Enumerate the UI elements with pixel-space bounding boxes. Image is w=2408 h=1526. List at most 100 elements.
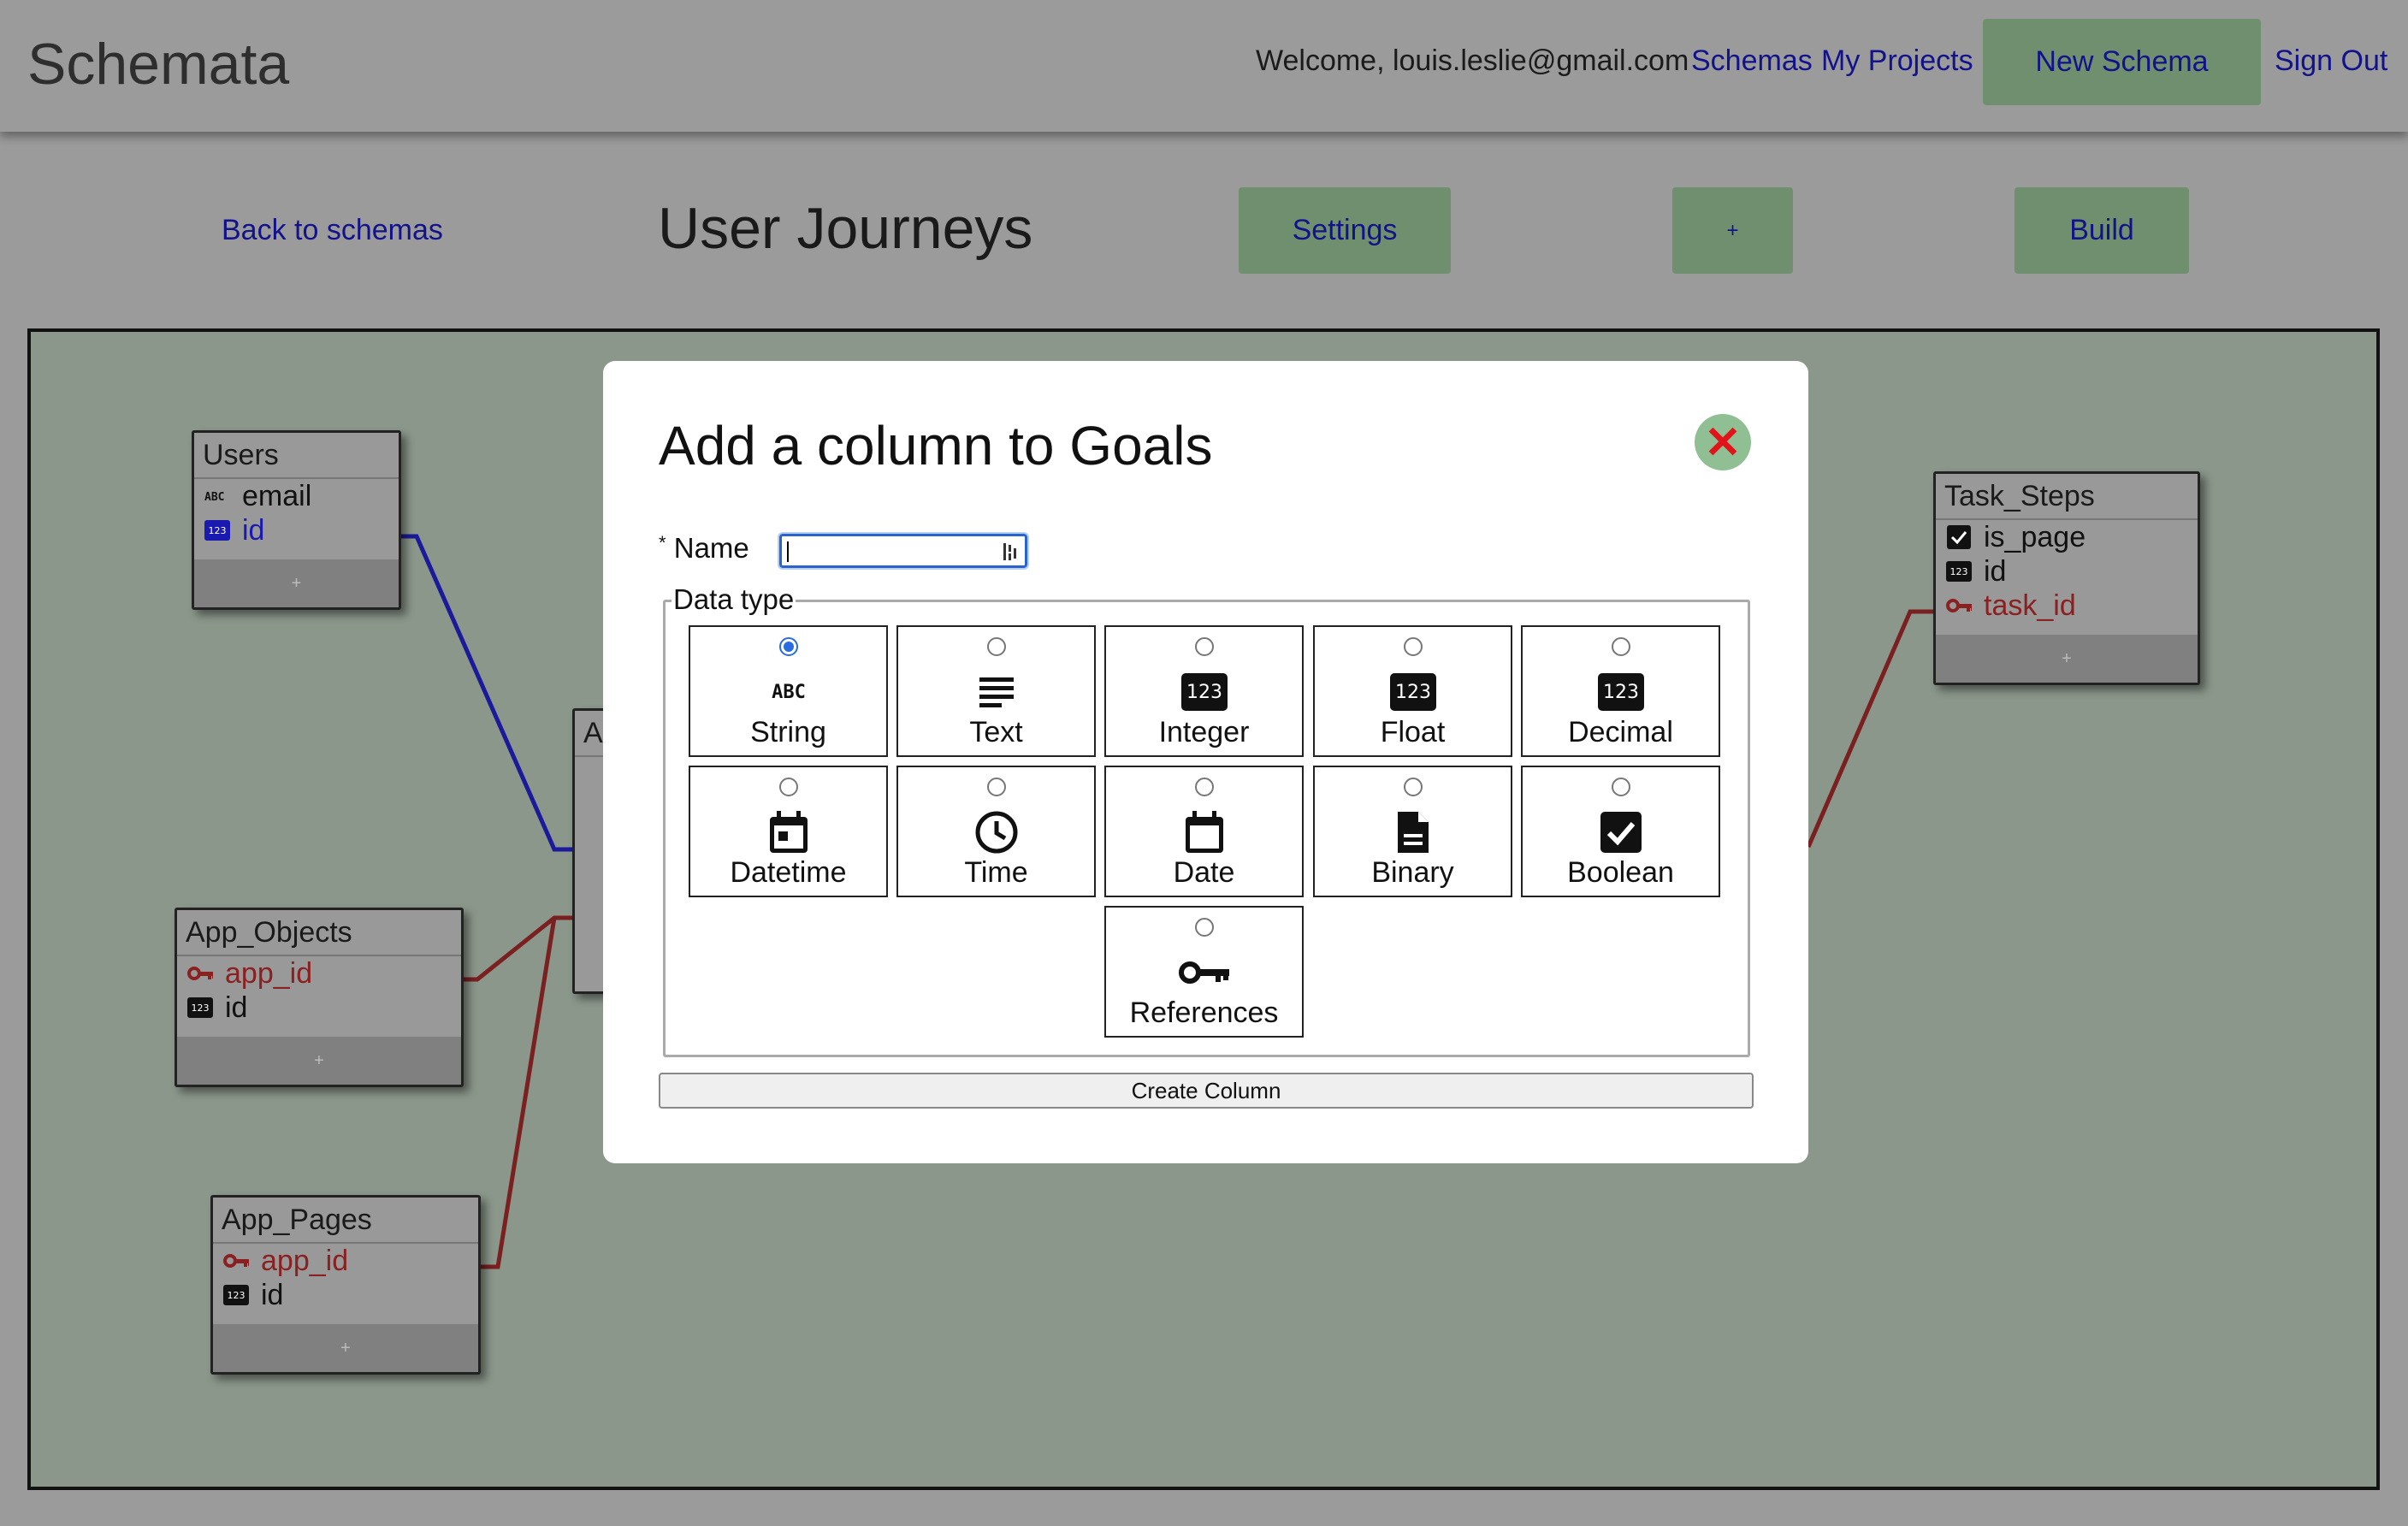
radio-datetime[interactable] <box>779 778 798 796</box>
data-type-option-string[interactable]: ABC String <box>689 625 888 757</box>
table-row[interactable]: task_id <box>1936 589 2198 623</box>
key-icon <box>1946 595 1972 616</box>
option-label: Float <box>1380 716 1446 748</box>
column-label: is_page <box>1984 521 2086 553</box>
add-column-button[interactable]: + <box>194 559 399 607</box>
clock-icon <box>898 808 1094 856</box>
table-app-pages-title[interactable]: App_Pages <box>213 1198 478 1244</box>
abc-icon: ABC <box>204 486 230 506</box>
data-type-option-boolean[interactable]: Boolean <box>1521 766 1720 897</box>
number-icon-text: 123 <box>209 525 227 536</box>
table-row[interactable]: is_page <box>1936 520 2198 554</box>
password-manager-icon[interactable] <box>1003 541 1018 562</box>
column-label: id <box>242 514 265 547</box>
number-icon: 123 <box>1106 668 1302 716</box>
name-field-label: * Name <box>659 532 749 565</box>
number-icon: 123 <box>187 997 213 1018</box>
users-relationship-line <box>401 534 576 852</box>
text-caret <box>787 541 789 562</box>
abc-icon: ABC <box>690 668 886 716</box>
column-label: app_id <box>225 957 313 990</box>
checkbox-icon <box>1946 525 1972 549</box>
radio-time[interactable] <box>987 778 1006 796</box>
radio-decimal[interactable] <box>1612 637 1630 656</box>
text-lines-icon <box>898 668 1094 716</box>
radio-string[interactable] <box>779 637 798 656</box>
radio-float[interactable] <box>1404 637 1423 656</box>
data-type-option-text[interactable]: Text <box>896 625 1096 757</box>
option-label: Date <box>1173 856 1235 889</box>
data-type-option-binary[interactable]: Binary <box>1313 766 1512 897</box>
column-label: id <box>225 991 248 1024</box>
table-app-objects-title[interactable]: App_Objects <box>177 910 461 956</box>
calendar-icon <box>1106 808 1302 856</box>
modal-title: Add a column to Goals <box>659 415 1213 476</box>
table-row[interactable]: ABC email <box>194 479 399 513</box>
radio-references[interactable] <box>1195 918 1214 937</box>
number-icon-text: 123 <box>1186 682 1222 703</box>
data-type-option-references[interactable]: References <box>1104 906 1304 1038</box>
name-label-text: Name <box>673 532 749 564</box>
close-modal-button[interactable]: ✕ <box>1695 414 1751 470</box>
data-type-option-float[interactable]: 123 Float <box>1313 625 1512 757</box>
table-row[interactable]: 123 id <box>177 991 461 1025</box>
column-label: email <box>242 480 312 512</box>
option-label: Integer <box>1158 716 1250 748</box>
number-icon-text: 123 <box>1603 682 1639 703</box>
column-label: app_id <box>261 1245 349 1277</box>
data-type-option-datetime[interactable]: Datetime <box>689 766 888 897</box>
number-icon-text: 123 <box>192 1003 210 1014</box>
close-icon: ✕ <box>1704 418 1742 468</box>
key-icon <box>187 963 213 984</box>
table-row[interactable]: app_id <box>213 1244 478 1278</box>
key-icon <box>1106 949 1302 997</box>
table-task-steps[interactable]: Task_Steps is_page 123 id task_id + <box>1933 471 2200 685</box>
number-icon-text: 123 <box>228 1290 246 1301</box>
table-row[interactable]: 123 id <box>1936 554 2198 589</box>
add-column-button[interactable]: + <box>213 1324 478 1372</box>
table-row[interactable]: 123 id <box>213 1278 478 1312</box>
number-icon: 123 <box>1946 561 1972 582</box>
option-label: References <box>1129 997 1279 1029</box>
option-label: Boolean <box>1567 856 1674 889</box>
data-type-option-decimal[interactable]: 123 Decimal <box>1521 625 1720 757</box>
option-label: Time <box>964 856 1028 889</box>
name-input[interactable] <box>778 532 1029 570</box>
column-label: id <box>1984 555 2007 588</box>
table-row[interactable]: app_id <box>177 956 461 991</box>
create-column-button[interactable]: Create Column <box>659 1073 1754 1109</box>
data-type-option-integer[interactable]: 123 Integer <box>1104 625 1304 757</box>
column-label: task_id <box>1984 589 2076 622</box>
key-icon <box>223 1251 249 1271</box>
table-task-steps-title[interactable]: Task_Steps <box>1936 474 2198 520</box>
option-label: Binary <box>1371 856 1454 889</box>
radio-boolean[interactable] <box>1612 778 1630 796</box>
option-label: String <box>750 716 826 748</box>
column-label: id <box>261 1279 284 1311</box>
option-label: Datetime <box>730 856 847 889</box>
table-users-title[interactable]: Users <box>194 433 399 479</box>
abc-icon-text: ABC <box>772 682 806 703</box>
abc-icon-text: ABC <box>204 491 224 503</box>
file-icon <box>1315 808 1511 856</box>
number-icon: 123 <box>223 1285 249 1305</box>
radio-integer[interactable] <box>1195 637 1214 656</box>
data-type-option-time[interactable]: Time <box>896 766 1096 897</box>
table-users[interactable]: Users ABC email 123 id + <box>192 430 401 610</box>
table-app-pages[interactable]: App_Pages app_id 123 id + <box>210 1195 481 1375</box>
table-app-objects[interactable]: App_Objects app_id 123 id + <box>175 908 464 1087</box>
add-column-button[interactable]: + <box>1936 635 2198 683</box>
radio-date[interactable] <box>1195 778 1214 796</box>
data-type-legend: Data type <box>672 583 796 616</box>
radio-text[interactable] <box>987 637 1006 656</box>
option-label: Text <box>969 716 1023 748</box>
checkbox-icon <box>1523 808 1719 856</box>
task-steps-relationship-line <box>1806 609 1933 848</box>
number-icon: 123 <box>1523 668 1719 716</box>
radio-binary[interactable] <box>1404 778 1423 796</box>
add-column-button[interactable]: + <box>177 1037 461 1085</box>
data-type-option-date[interactable]: Date <box>1104 766 1304 897</box>
required-marker: * <box>659 532 666 553</box>
number-icon-text: 123 <box>1395 682 1431 703</box>
table-row[interactable]: 123 id <box>194 513 399 547</box>
